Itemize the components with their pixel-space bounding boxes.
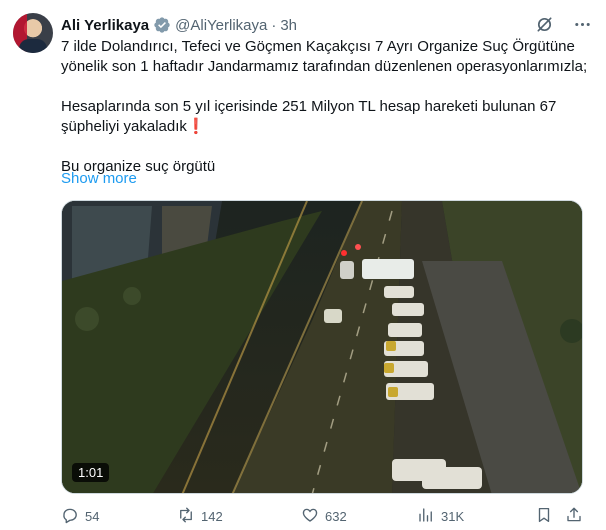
repost-count: 142 (201, 508, 223, 524)
tweet-paragraph-3: Bu organize suç örgütü (61, 158, 216, 175)
repost-icon (177, 506, 195, 527)
tweet-header: Ali Yerlikaya @AliYerlikaya · 3h (61, 15, 297, 35)
video-frame (62, 201, 582, 493)
views-icon (417, 506, 435, 527)
like-icon (301, 506, 319, 527)
bookmark-icon (535, 506, 553, 527)
like-button[interactable]: 632 (301, 505, 347, 527)
grok-icon[interactable] (534, 14, 554, 34)
show-more-link[interactable]: Show more (61, 169, 137, 189)
tweet-text: 7 ilde Dolandırıcı, Tefeci ve Göçmen Kaç… (61, 37, 591, 177)
reply-button[interactable]: 54 (61, 505, 99, 527)
tweet-paragraph-2: Hesaplarında son 5 yıl içerisinde 251 Mi… (61, 98, 557, 135)
views-button[interactable]: 31K (417, 505, 464, 527)
repost-button[interactable]: 142 (177, 505, 223, 527)
video-player[interactable]: 1:01 (61, 200, 583, 494)
share-icon (565, 506, 583, 527)
reply-count: 54 (85, 508, 100, 524)
bookmark-button[interactable] (535, 505, 553, 527)
author-handle[interactable]: @AliYerlikaya (175, 17, 267, 34)
share-button[interactable] (565, 505, 583, 527)
reply-icon (61, 506, 79, 527)
like-count: 632 (325, 508, 347, 524)
separator-dot: · (271, 16, 277, 34)
tweet-paragraph-1: 7 ilde Dolandırıcı, Tefeci ve Göçmen Kaç… (61, 38, 588, 75)
video-duration: 1:01 (72, 463, 110, 482)
verified-badge-icon[interactable] (153, 16, 171, 34)
avatar-suit (19, 39, 47, 53)
tweet[interactable]: Ali Yerlikaya @AliYerlikaya · 3h 7 ilde … (0, 0, 606, 530)
avatar[interactable] (13, 13, 53, 53)
author-name[interactable]: Ali Yerlikaya (61, 17, 149, 34)
more-icon[interactable] (572, 14, 592, 34)
top-actions (534, 14, 592, 34)
action-bar: 54 142 632 31K (61, 505, 591, 527)
views-count: 31K (441, 508, 465, 524)
timestamp[interactable]: 3h (280, 17, 297, 34)
